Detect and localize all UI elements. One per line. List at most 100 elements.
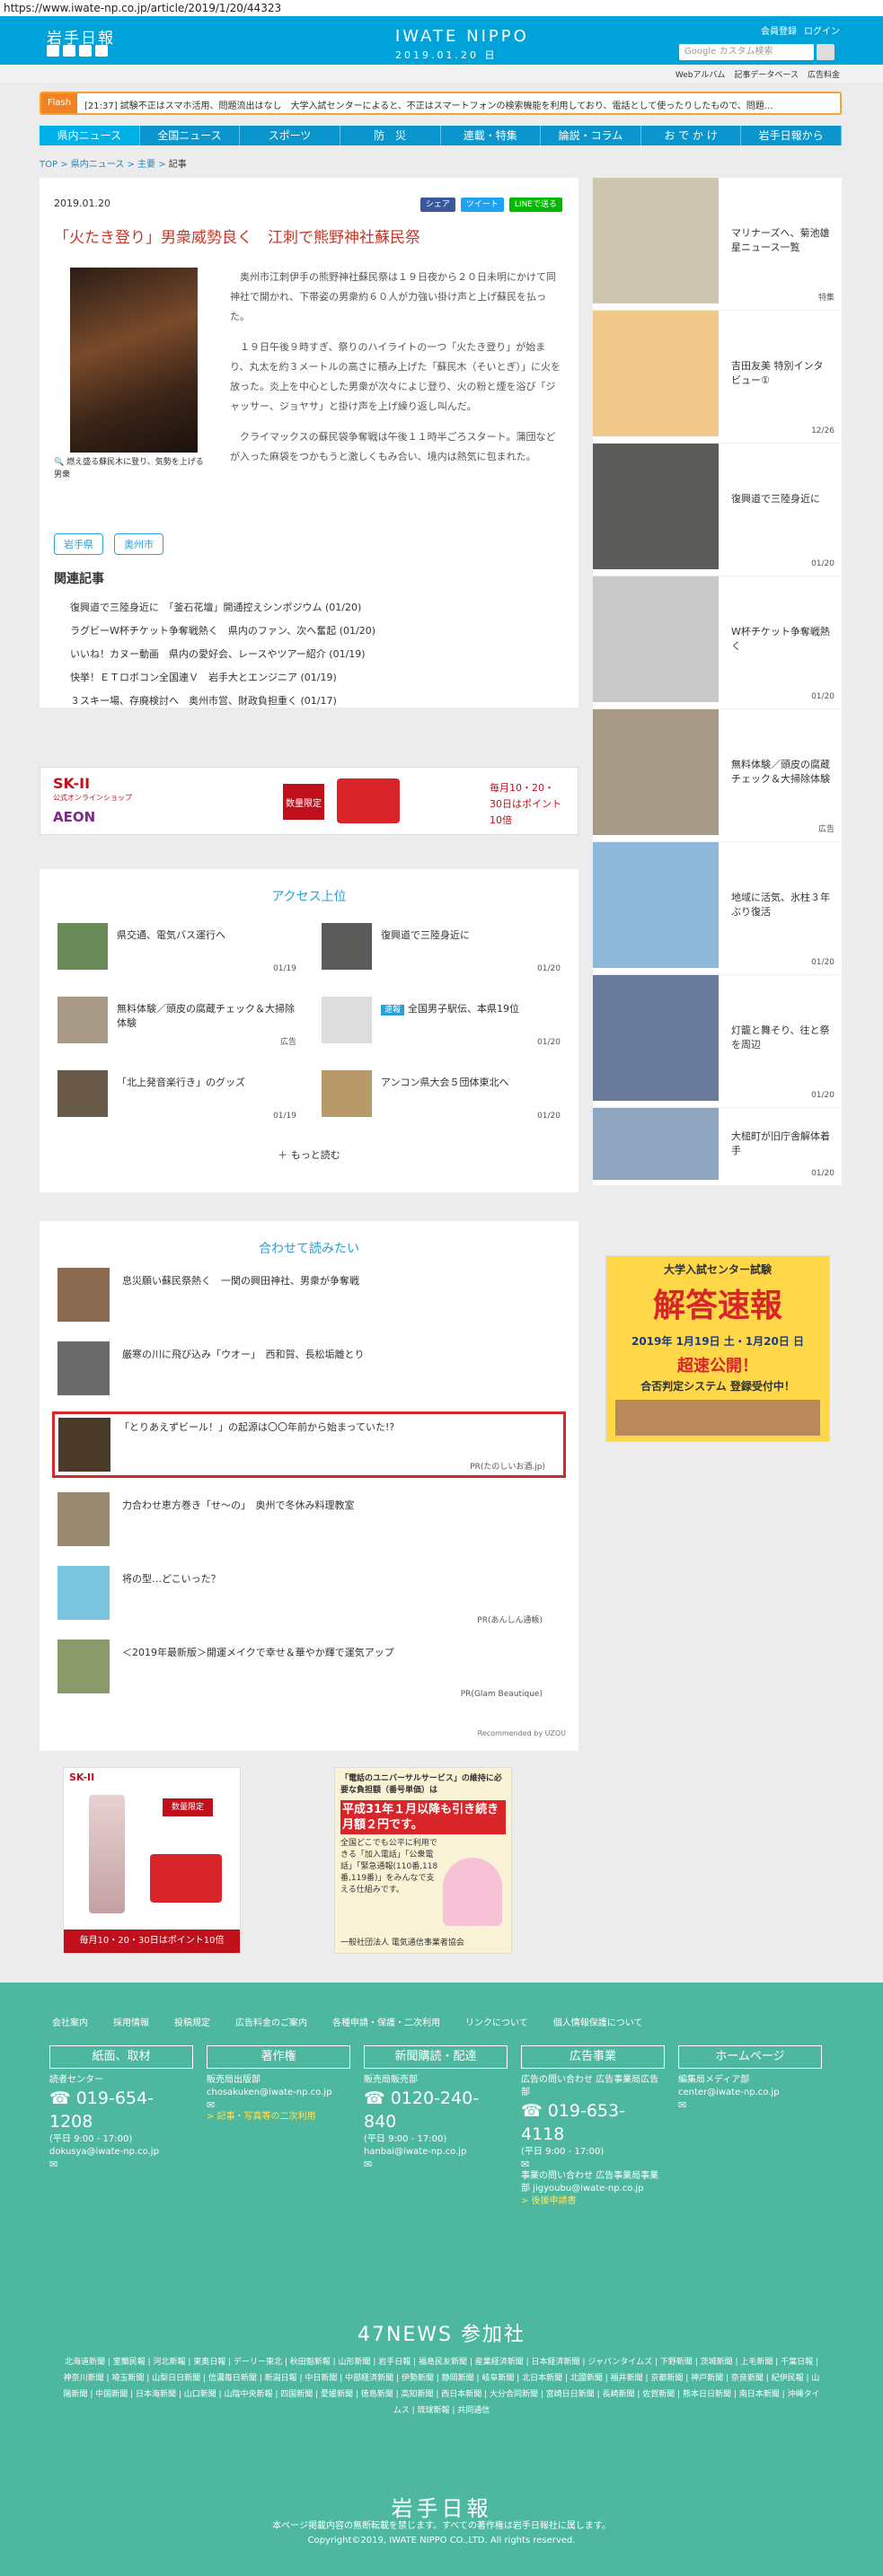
more-button[interactable]: ＋ もっと読む xyxy=(40,1147,578,1162)
article-title: 「火たき登り」男衆威勢良く 江刺で熊野神社蘇民祭 xyxy=(54,229,420,247)
ranking-item[interactable]: 県交通、電気バス運行へ 01/19 xyxy=(57,923,296,982)
subnav-database[interactable]: 記事データベース xyxy=(734,68,799,80)
related-item[interactable]: ラグビーW杯チケット争奪戦熱く 県内のファン、次へ奮起 (01/20) xyxy=(70,620,375,643)
related-item[interactable]: 復興道で三陸身近に 「釜石花壇」開通控えシンポジウム (01/20) xyxy=(70,596,375,620)
footer-box[interactable]: 著作権 xyxy=(207,2045,350,2069)
footer-link[interactable]: 個人情報保護について xyxy=(553,2015,643,2028)
footer-col-copyright: 著作権 販売局出版部 chosakuken@iwate-np.co.jp ✉ >… xyxy=(207,2045,350,2123)
footer-link[interactable]: 会社案内 xyxy=(52,2015,88,2028)
email-link[interactable]: chosakuken@iwate-np.co.jp xyxy=(207,2087,350,2099)
ranking-item[interactable]: 速報 全国男子駅伝、本県19位 01/20 xyxy=(322,997,561,1056)
email-link[interactable]: hanbai@iwate-np.co.jp xyxy=(364,2146,508,2158)
footer-box[interactable]: 紙面、取材 xyxy=(49,2045,193,2069)
sidebar-item[interactable]: 地域に活気、氷柱３年ぶり復活 01/20 xyxy=(593,842,842,975)
nav-disaster[interactable]: 防 災 xyxy=(340,126,441,145)
ad-text: 「電話のユニバーサルサービス」の維持に必要な負担額（番号単価）は xyxy=(340,1774,502,1795)
skii-square-ad[interactable]: SK-II 数量限定 毎月10・20・30日はポイント10倍 xyxy=(63,1767,241,1954)
email-link[interactable]: dokusya@iwate-np.co.jp xyxy=(49,2146,193,2158)
related-item[interactable]: 快挙！ＥＴロボコン全国連Ｖ 岩手大とエンジニア (01/19) xyxy=(70,666,375,690)
phone-number[interactable]: ☎ 0120-240-840 xyxy=(364,2087,508,2133)
sidebar-item[interactable]: 大槌町が旧庁舎解体着手 01/20 xyxy=(593,1108,842,1185)
sidebar-item[interactable]: 無料体験／頭皮の腐蔵チェック＆大掃除体験 広告 xyxy=(593,709,842,842)
register-link[interactable]: 会員登録 xyxy=(761,23,797,37)
facebook-share-button[interactable]: シェア xyxy=(419,198,455,212)
ranking-item[interactable]: アンコン県大会５団体東北へ 01/20 xyxy=(322,1070,561,1130)
nav-outing[interactable]: お で か け xyxy=(641,126,742,145)
instagram-icon[interactable] xyxy=(95,45,108,57)
search-button[interactable] xyxy=(817,44,834,60)
sidebar-item[interactable]: 復興道で三陸身近に 01/20 xyxy=(593,444,842,576)
facebook-icon[interactable] xyxy=(63,45,75,57)
recommend-item[interactable]: 厳寒の川に飛び込み「ウオー」 西和賀、長松垢離とり xyxy=(57,1341,561,1401)
twitter-icon[interactable] xyxy=(47,45,59,57)
ranking-item[interactable]: 「北上発音楽行き」のグッズ 01/19 xyxy=(57,1070,296,1130)
mail-icon[interactable]: ✉ xyxy=(521,2158,665,2170)
uzou-credit: Recommended by UZOU xyxy=(477,1729,566,1737)
email-link[interactable]: center@iwate-np.co.jp xyxy=(678,2087,822,2099)
nav-column[interactable]: 論説・コラム xyxy=(541,126,641,145)
footer-link[interactable]: 採用情報 xyxy=(113,2015,149,2028)
secondary-use-link[interactable]: > 記事・写真等の二次利用 xyxy=(207,2111,350,2123)
ranking-item[interactable]: 復興道で三陸身近に 01/20 xyxy=(322,923,561,982)
footer-box[interactable]: ホームページ xyxy=(678,2045,822,2069)
footer-link[interactable]: 投稿規定 xyxy=(174,2015,210,2028)
login-link[interactable]: ログイン xyxy=(804,23,840,37)
sidebar-item[interactable]: W杯チケット争奪戦熱く 01/20 xyxy=(593,576,842,709)
email-link[interactable]: 事業の問い合わせ 広告事業局事業部 jigyoubu@iwate-np.co.j… xyxy=(521,2170,665,2195)
sponsor-request-link[interactable]: > 後援申請書 xyxy=(521,2195,665,2208)
footer-link[interactable]: 広告料金のご案内 xyxy=(235,2015,307,2028)
flash-text[interactable]: [21:37] 試験不正はスマホ活用、問題流出はなし 大学入試センターによると、… xyxy=(84,98,839,111)
nav-sports[interactable]: スポーツ xyxy=(240,126,340,145)
tweet-button[interactable]: ツイート xyxy=(460,198,504,212)
recommend-item[interactable]: 息災願い蘇民祭熱く 一関の興田神社、男衆が争奪戦 xyxy=(57,1268,561,1327)
footer-box[interactable]: 新聞購読・配達 xyxy=(364,2045,508,2069)
sidebar-thumb xyxy=(593,444,719,569)
mail-icon[interactable]: ✉ xyxy=(49,2158,193,2170)
subnav-adrates[interactable]: 広告料金 xyxy=(808,68,840,80)
nav-from-iwate[interactable]: 岩手日報から xyxy=(741,126,842,145)
footer-link[interactable]: 各種申請・保護・二次利用 xyxy=(332,2015,440,2028)
recommend-item-highlighted[interactable]: 「とりあえずビール！」の起源は〇〇年前から始まっていた!? PR(たのしいお酒.j… xyxy=(52,1411,566,1478)
sidebar-item[interactable]: 灯籠と舞そり、往と祭を周辺 01/20 xyxy=(593,975,842,1108)
mail-icon[interactable]: ✉ xyxy=(364,2158,508,2170)
ad-brand: SK-II xyxy=(69,1772,95,1783)
recommend-thumb xyxy=(57,1492,110,1546)
search-input[interactable]: Google カスタム検索 xyxy=(679,44,814,60)
footer-link[interactable]: リンクについて xyxy=(465,2015,528,2028)
youtube-icon[interactable] xyxy=(79,45,92,57)
brand-name: IWATE NIPPO xyxy=(395,27,529,46)
breadcrumb-sub[interactable]: 主要 xyxy=(137,160,155,170)
nav-local[interactable]: 県内ニュース xyxy=(40,126,140,145)
nav-series[interactable]: 連載・特集 xyxy=(441,126,542,145)
recommend-item[interactable]: 将の型…どこいった？ PR(あんしん通帳) xyxy=(57,1566,561,1625)
mail-icon[interactable]: ✉ xyxy=(678,2099,822,2111)
sidebar-item[interactable]: マリナーズへ、菊池雄星ニュース一覧 特集 xyxy=(593,178,842,311)
related-item[interactable]: いいね！カヌー動画 県内の愛好会、レースやツアー紹介 (01/19) xyxy=(70,643,375,666)
url-bar[interactable]: https://www.iwate-np.co.jp/article/2019/… xyxy=(0,0,883,16)
phone-icon: ☎ xyxy=(521,2101,548,2121)
tag-iwate[interactable]: 岩手県 xyxy=(54,533,103,555)
sidebar-item[interactable]: 吉田友美 特別インタビュー① 12/26 xyxy=(593,311,842,444)
line-share-button[interactable]: LINEで送る xyxy=(508,198,562,212)
phone-icon: ☎ xyxy=(364,2088,391,2108)
related-item[interactable]: ３スキー場、存廃検討へ 奥州市営、財政負担重く (01/17) xyxy=(70,690,375,713)
exam-answer-ad[interactable]: 大学入試センター試験 解答速報 2019年 1月19日 土・1月20日 日 超速… xyxy=(605,1255,830,1442)
mail-icon[interactable]: ✉ xyxy=(207,2099,350,2111)
breadcrumb-cat[interactable]: 県内ニュース xyxy=(71,160,125,170)
breadcrumb-top[interactable]: TOP xyxy=(40,160,57,170)
skii-banner-ad[interactable]: SK-II 公式オンラインショップ AEON 数量限定 毎月10・20・30日は… xyxy=(40,767,578,835)
universal-service-ad[interactable]: 「電話のユニバーサルサービス」の維持に必要な負担額（番号単価）は 平成31年１月… xyxy=(334,1767,512,1954)
ranking-item[interactable]: 無料体験／頭皮の腐蔵チェック＆大掃除体験 広告 xyxy=(57,997,296,1056)
tag-oshu[interactable]: 奥州市 xyxy=(114,533,163,555)
news47-papers[interactable]: 北海道新聞 | 室蘭民報 | 河北新報 | 東奥日報 | デーリー東北 | 秋田… xyxy=(63,2354,820,2419)
flash-news[interactable]: Flash [21:37] 試験不正はスマホ活用、問題流出はなし 大学入試センタ… xyxy=(40,92,842,115)
subnav-album[interactable]: Webアルバム xyxy=(675,68,726,80)
article-photo[interactable] xyxy=(70,268,198,453)
phone-number[interactable]: ☎ 019-654-1208 xyxy=(49,2087,193,2133)
footer-logo[interactable]: 岩手日報 xyxy=(0,2491,883,2522)
recommend-item[interactable]: ＜2019年最新版＞開運メイクで幸せ＆華やか輝で運気アップ PR(Glam Bea… xyxy=(57,1640,561,1699)
phone-number[interactable]: ☎ 019-653-4118 xyxy=(521,2099,665,2146)
nav-national[interactable]: 全国ニュース xyxy=(140,126,241,145)
footer-box[interactable]: 広告事業 xyxy=(521,2045,665,2069)
recommend-item[interactable]: 力合わせ恵方巻き「せ～の」 奥州で冬休み料理教室 xyxy=(57,1492,561,1552)
